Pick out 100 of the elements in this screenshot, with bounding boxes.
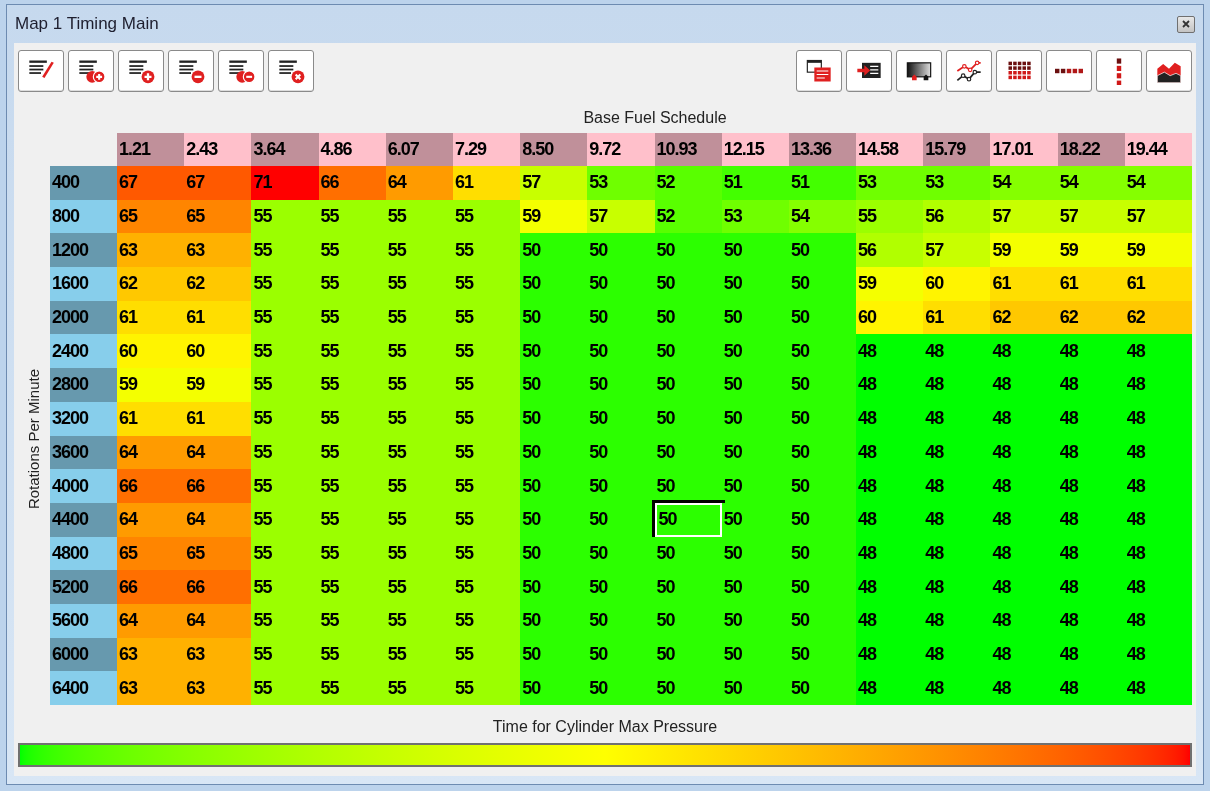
table-cell[interactable]: 55 [251,536,319,571]
table-cell[interactable]: 55 [385,435,453,470]
table-cell[interactable]: 50 [587,502,655,537]
table-cell[interactable]: 55 [251,435,319,470]
table-cell[interactable]: 55 [452,267,521,301]
table-cell[interactable]: 55 [385,469,453,503]
table-cell[interactable]: 50 [721,502,789,537]
table-cell[interactable]: 50 [520,267,588,301]
table-cell[interactable]: 59 [856,267,924,301]
table-cell[interactable]: 55 [251,233,319,268]
table-cell[interactable]: 50 [654,334,722,369]
table-cell[interactable]: 55 [251,199,319,234]
table-cell[interactable]: 48 [1057,401,1125,436]
table-cell[interactable]: 48 [856,334,924,369]
table-cell[interactable]: 63 [117,671,185,705]
table-cell[interactable]: 50 [654,401,722,436]
table-cell[interactable]: 55 [385,368,453,402]
table-cell[interactable]: 63 [184,637,252,672]
table-cell[interactable]: 50 [587,637,655,672]
table-cell[interactable]: 54 [1124,166,1192,200]
table-cell[interactable]: 52 [654,199,722,234]
table-cell[interactable]: 48 [1124,570,1192,604]
table-cell[interactable]: 66 [117,570,185,604]
table-cell[interactable]: 55 [318,401,386,436]
table-cell[interactable]: 50 [788,233,857,268]
table-cell[interactable]: 48 [990,603,1058,638]
table-cell[interactable]: 54 [990,166,1058,200]
table-cell[interactable]: 55 [318,233,386,268]
table-cell[interactable]: 53 [587,166,655,200]
table-cell[interactable]: 50 [654,233,722,268]
table-cell[interactable]: 50 [721,267,789,301]
table-cell[interactable]: 62 [1057,300,1125,335]
table-cell[interactable]: 50 [721,334,789,369]
table-cell[interactable]: 55 [452,199,521,234]
table-cell[interactable]: 55 [452,435,521,470]
table-cell[interactable]: 64 [385,166,453,200]
table-cell[interactable]: 48 [856,435,924,470]
table-cell[interactable]: 55 [251,469,319,503]
table-cell[interactable]: 55 [318,603,386,638]
table-cell[interactable]: 48 [990,570,1058,604]
table-cell[interactable]: 53 [923,166,991,200]
table-cell[interactable]: 55 [385,401,453,436]
table-cell[interactable]: 48 [923,469,991,503]
table-cell[interactable]: 52 [654,166,722,200]
table-cell[interactable]: 61 [923,300,991,335]
table-cell[interactable]: 55 [385,570,453,604]
table-cell[interactable]: 50 [587,570,655,604]
table-cell[interactable]: 50 [654,267,722,301]
table-cell[interactable]: 50 [520,603,588,638]
table-cell[interactable]: 55 [385,267,453,301]
table-cell[interactable]: 50 [654,300,722,335]
table-cell[interactable]: 63 [117,637,185,672]
table-cell[interactable]: 55 [318,199,386,234]
table-cell[interactable]: 50 [721,536,789,571]
table-cell[interactable]: 61 [452,166,521,200]
table-cell[interactable]: 48 [923,671,991,705]
table-cell[interactable]: 62 [184,267,252,301]
toolbar-button[interactable] [68,50,114,92]
table-cell[interactable]: 50 [721,368,789,402]
table-cell[interactable]: 48 [1124,469,1192,503]
toolbar-button[interactable] [1046,50,1092,92]
table-cell[interactable]: 55 [251,603,319,638]
toolbar-button[interactable] [996,50,1042,92]
table-cell[interactable]: 66 [184,570,252,604]
table-cell[interactable]: 55 [318,637,386,672]
table-cell[interactable]: 50 [654,368,722,402]
table-cell[interactable]: 55 [385,334,453,369]
table-cell[interactable]: 48 [1057,570,1125,604]
table-cell[interactable]: 60 [184,334,252,369]
toolbar-button[interactable] [218,50,264,92]
table-cell[interactable]: 55 [385,536,453,571]
table-cell[interactable]: 48 [923,401,991,436]
table-cell[interactable]: 50 [587,233,655,268]
table-cell[interactable]: 54 [1057,166,1125,200]
table-cell[interactable]: 56 [856,233,924,268]
table-cell[interactable]: 55 [452,570,521,604]
table-cell[interactable]: 55 [452,233,521,268]
table-cell[interactable]: 50 [654,469,722,503]
table-cell[interactable]: 61 [117,401,185,436]
table-cell[interactable]: 50 [788,334,857,369]
table-cell[interactable]: 48 [856,502,924,537]
table-cell[interactable]: 48 [990,637,1058,672]
table-cell[interactable]: 59 [990,233,1058,268]
table-cell[interactable]: 59 [520,199,588,234]
table-cell[interactable]: 64 [117,435,185,470]
table-cell[interactable]: 50 [788,536,857,571]
table-cell[interactable]: 55 [385,671,453,705]
table-cell[interactable]: 50 [788,502,857,537]
toolbar-button[interactable] [896,50,942,92]
table-cell[interactable]: 50 [654,536,722,571]
table-cell[interactable]: 53 [721,199,789,234]
table-cell[interactable]: 50 [788,300,857,335]
table-cell[interactable]: 55 [452,502,521,537]
table-cell[interactable]: 48 [990,334,1058,369]
table-cell[interactable]: 67 [117,166,185,200]
table-cell[interactable]: 55 [251,300,319,335]
table-cell[interactable]: 48 [990,536,1058,571]
table-cell[interactable]: 48 [923,536,991,571]
table-cell[interactable]: 60 [856,300,924,335]
toolbar-button[interactable] [946,50,992,92]
